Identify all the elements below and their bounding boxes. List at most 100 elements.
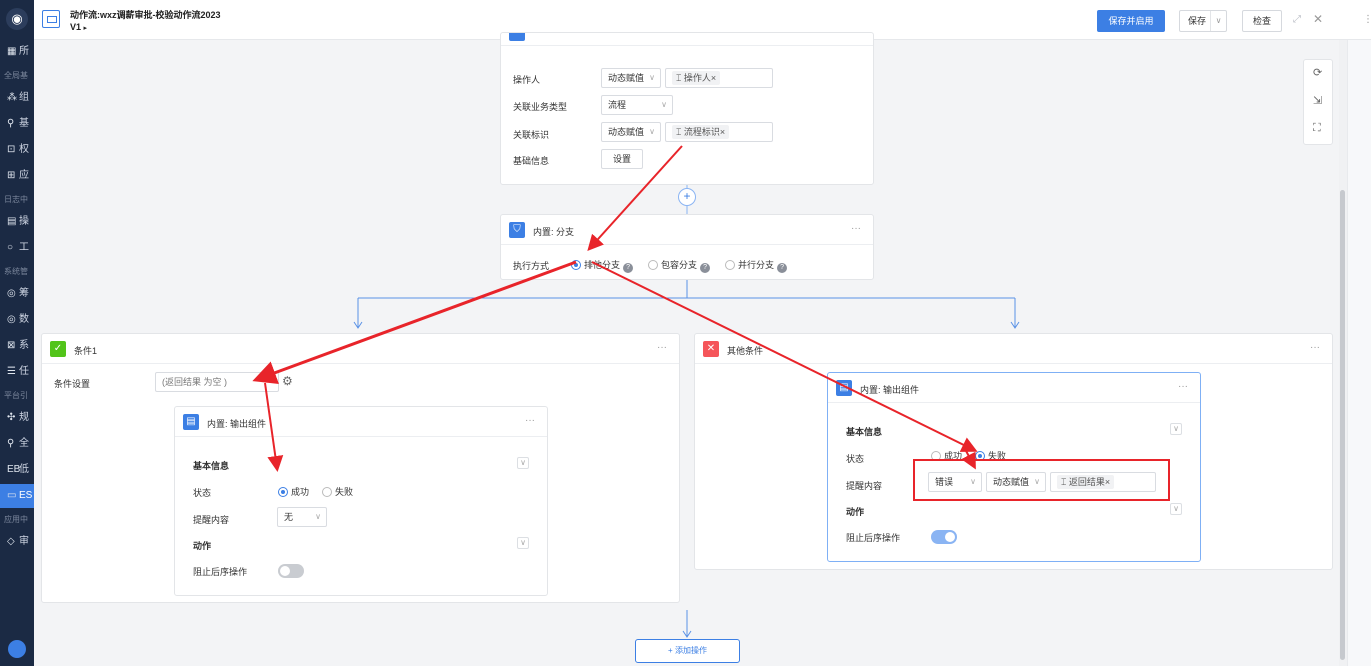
close-icon[interactable]: ✕ xyxy=(1313,12,1323,26)
help-icon[interactable]: ? xyxy=(623,263,634,273)
layout-icon[interactable]: ⇲ xyxy=(1313,94,1322,107)
save-button[interactable]: 保存 ∨ xyxy=(1179,10,1227,32)
sidebar-group-label: 应用中 xyxy=(4,515,28,524)
sidebar-item-label: 所 xyxy=(19,46,29,57)
other-condition-card[interactable]: ✕ 其他条件 ··· ▤ 内置: 输出组件 ··· 基本信息 ∨ 状态 成功 失… xyxy=(694,333,1333,570)
radio-status-failure[interactable]: 失败 xyxy=(975,449,1006,462)
sidebar-item[interactable]: ◇ 审 xyxy=(0,530,34,554)
more-options-icon[interactable]: ··· xyxy=(851,223,861,234)
more-options-icon[interactable]: ··· xyxy=(1310,342,1320,353)
more-options-icon[interactable]: ··· xyxy=(657,342,667,353)
refresh-icon[interactable]: ⟳ xyxy=(1313,66,1322,79)
business-type-label: 关联业务类型 xyxy=(513,102,568,112)
chevron-down-icon: ∨ xyxy=(315,512,321,521)
sidebar-item[interactable]: ◎ 筹 xyxy=(0,282,34,306)
sidebar-item[interactable]: EB低 xyxy=(0,458,34,482)
sidebar-item[interactable]: ⊡ 权 xyxy=(0,138,34,162)
association-type-select[interactable]: 动态赋值 ∨ xyxy=(601,122,661,142)
more-options-icon[interactable]: ··· xyxy=(525,415,535,426)
user-avatar[interactable] xyxy=(8,640,26,658)
output-header: ▤ 内置: 输出组件 ··· xyxy=(828,373,1200,403)
output-component-card[interactable]: ▤ 内置: 输出组件 ··· 基本信息 ∨ 状态 成功 失败 提醒内容 错误 ∨ … xyxy=(827,372,1201,562)
settings-button[interactable]: 设置 xyxy=(601,149,643,169)
sidebar-item[interactable]: ▦ 所 xyxy=(0,40,34,64)
app-logo-icon[interactable]: ◉ xyxy=(6,8,28,30)
sidebar-item[interactable]: ⊠ 系 xyxy=(0,334,34,358)
check-button[interactable]: 检查 xyxy=(1242,10,1282,32)
gear-icon[interactable]: ⚙ xyxy=(282,374,293,388)
radio-label: 包容分支 xyxy=(661,260,698,270)
top-node-card[interactable]: 操作人 动态赋值 ∨ ⌶ 操作人× 关联业务类型 流程 ∨ 关联标识 动态赋值 ∨ ⌶… xyxy=(500,32,874,185)
flow-title: 动作流:wxz调薪审批-校验动作流2023 xyxy=(70,10,221,20)
more-options-icon[interactable]: ··· xyxy=(1178,381,1188,392)
canvas-scrollbar[interactable] xyxy=(1339,40,1347,666)
tag-close-icon[interactable]: × xyxy=(711,73,716,83)
sidebar-item-icon: ✣ xyxy=(7,412,16,423)
sidebar-item[interactable]: ▤ 操 xyxy=(0,210,34,234)
operator-tag-text: 操作人 xyxy=(683,73,711,83)
radio-status-success[interactable]: 成功 xyxy=(278,485,309,498)
collapse-chevron-icon[interactable]: ∨ xyxy=(1170,423,1182,435)
collapse-chevron-icon[interactable]: ∨ xyxy=(517,537,529,549)
radio-label: 并行分支 xyxy=(738,260,775,270)
operator-type-select[interactable]: 动态赋值 ∨ xyxy=(601,68,661,88)
sidebar-item-label: 任 xyxy=(19,366,29,377)
radio-status-success[interactable]: 成功 xyxy=(931,449,962,462)
save-and-enable-button[interactable]: 保存并启用 xyxy=(1097,10,1165,32)
add-action-button[interactable]: + 添加操作 xyxy=(635,639,740,663)
sidebar-item[interactable]: ◎ 数 xyxy=(0,308,34,332)
radio-label: 失败 xyxy=(988,451,1007,461)
operator-type-value: 动态赋值 xyxy=(608,73,645,83)
block-subsequent-toggle[interactable] xyxy=(278,564,304,578)
sidebar-item[interactable]: ✣ 规 xyxy=(0,406,34,430)
sidebar-group-label: 系统管 xyxy=(4,267,28,276)
prompt-source-select[interactable]: 动态赋值 ∨ xyxy=(986,472,1046,492)
association-type-value: 动态赋值 xyxy=(608,127,645,137)
sidebar-item[interactable]: ⚲ 全 xyxy=(0,432,34,456)
radio-parallel-branch[interactable]: 并行分支? xyxy=(725,258,788,273)
sidebar-item-label: 基 xyxy=(19,118,29,129)
save-button-label: 保存 xyxy=(1188,16,1207,26)
condition1-card[interactable]: ✓ 条件1 ··· 条件设置 (返回结果 为空 ) ⚙ ▤ 内置: 输出组件 ·… xyxy=(41,333,680,603)
prompt-value-field[interactable]: ⌶ 返回结果× xyxy=(1050,472,1156,492)
scrollbar-thumb[interactable] xyxy=(1340,190,1345,660)
operator-value-field[interactable]: ⌶ 操作人× xyxy=(665,68,773,88)
sidebar-item-icon: ◎ xyxy=(7,288,16,299)
help-icon[interactable]: ? xyxy=(700,263,711,273)
prompt-content-select[interactable]: 无 ∨ xyxy=(277,507,327,527)
prompt-type-select[interactable]: 错误 ∨ xyxy=(928,472,982,492)
business-type-select[interactable]: 流程 ∨ xyxy=(601,95,673,115)
radio-label: 排他分支 xyxy=(584,260,621,270)
return-result-tag: ⌶ 返回结果× xyxy=(1057,475,1115,489)
radio-inclusive-branch[interactable]: 包容分支? xyxy=(648,258,711,273)
sidebar-group-label: 全局基 xyxy=(4,71,28,80)
radio-status-failure[interactable]: 失败 xyxy=(322,485,353,498)
save-dropdown-icon[interactable]: ∨ xyxy=(1210,11,1226,31)
chevron-down-icon: ∨ xyxy=(649,73,655,82)
sidebar-item[interactable]: ⊞ 应 xyxy=(0,164,34,188)
block-subsequent-toggle[interactable] xyxy=(931,530,957,544)
add-node-plus-icon[interactable]: + xyxy=(678,188,696,206)
fit-view-icon[interactable]: ⛶ xyxy=(1313,122,1321,135)
help-icon[interactable]: ? xyxy=(777,263,788,273)
radio-exclusive-branch[interactable]: 排他分支? xyxy=(571,258,634,273)
sidebar-item[interactable]: ○ 工 xyxy=(0,236,34,260)
sidebar-item[interactable]: ⚲ 基 xyxy=(0,112,34,136)
version-dropdown[interactable]: V1 ▸ xyxy=(70,22,87,32)
expand-icon[interactable]: ⤢ xyxy=(1293,14,1301,25)
sidebar-item[interactable]: ⁂ 组 xyxy=(0,86,34,110)
branch-node-card[interactable]: ⛉ 内置: 分支 ··· 执行方式 排他分支? 包容分支? 并行分支? xyxy=(500,214,874,280)
collapse-chevron-icon[interactable]: ∨ xyxy=(1170,503,1182,515)
collapse-chevron-icon[interactable]: ∨ xyxy=(517,457,529,469)
more-icon[interactable]: ⋮ xyxy=(1363,14,1371,25)
sidebar-item[interactable]: ▭ ES xyxy=(0,484,34,508)
tag-close-icon[interactable]: × xyxy=(1105,477,1110,487)
sidebar-item-icon: ⚲ xyxy=(7,438,15,449)
condition-setting-input[interactable]: (返回结果 为空 ) xyxy=(155,372,279,392)
output-component-card[interactable]: ▤ 内置: 输出组件 ··· 基本信息 ∨ 状态 成功 失败 提醒内容 无 ∨ 动… xyxy=(174,406,548,596)
status-label: 状态 xyxy=(846,454,865,464)
output-doc-icon: ▤ xyxy=(183,414,199,430)
association-value-field[interactable]: ⌶ 流程标识× xyxy=(665,122,773,142)
sidebar-item[interactable]: ☰ 任 xyxy=(0,360,34,384)
tag-close-icon[interactable]: × xyxy=(720,127,725,137)
